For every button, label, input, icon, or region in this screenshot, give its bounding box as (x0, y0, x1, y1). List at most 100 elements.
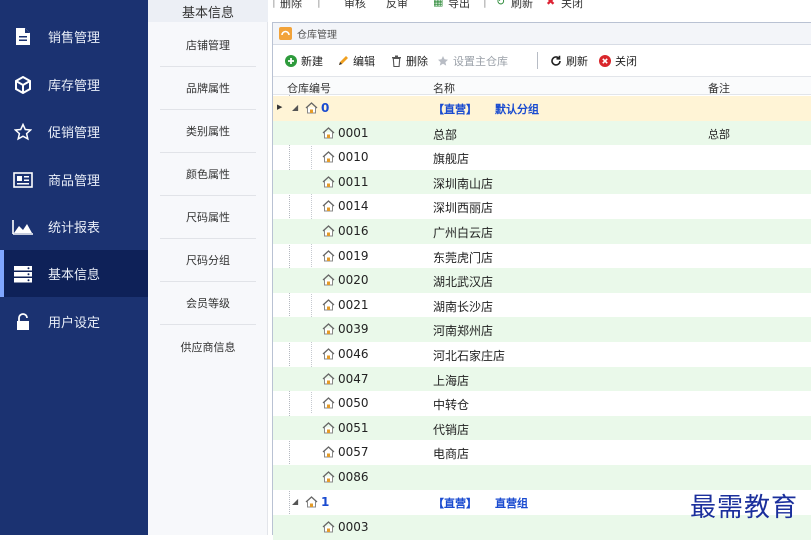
close-button[interactable]: 关闭 (599, 51, 637, 71)
group-code: 0 (321, 101, 330, 115)
code-cell: 0086 (322, 470, 369, 484)
nav-label: 基本信息 (48, 268, 101, 283)
home-icon (322, 397, 335, 409)
top-export-button[interactable]: 导出 (448, 0, 470, 11)
subnav-item-size[interactable]: 尺码属性 (160, 196, 256, 239)
subnav-item-supplier[interactable]: 供应商信息 (160, 325, 256, 368)
table-row[interactable]: 0086 (273, 465, 811, 490)
top-refresh-button[interactable]: 刷新 (511, 0, 533, 11)
nav-item-basic-info[interactable]: 基本信息 (0, 250, 148, 297)
subnav-item-category[interactable]: 类别属性 (160, 110, 256, 153)
group-code: 1 (321, 495, 330, 509)
code-cell: 0050 (322, 396, 369, 410)
nav-label: 用户设定 (48, 316, 101, 331)
card-icon (12, 169, 34, 191)
table-row[interactable]: 0019 东莞虎门店 (273, 244, 811, 269)
set-main-warehouse-button[interactable]: 设置主仓库 (437, 51, 508, 71)
current-row-indicator: ▶ (277, 103, 283, 111)
new-label: 新建 (301, 55, 323, 68)
column-header-remark[interactable]: 备注 (708, 80, 730, 96)
top-unapprove-button[interactable]: 反审 (386, 0, 408, 11)
set-main-label: 设置主仓库 (453, 55, 508, 68)
warehouse-code: 0050 (338, 396, 369, 411)
close-icon: ✖ (546, 0, 556, 8)
warehouse-name: 中转仓 (433, 398, 470, 413)
code-cell: 0046 (322, 347, 369, 361)
table-row[interactable]: 0014 深圳西丽店 (273, 194, 811, 219)
table-row[interactable]: 0047 上海店 (273, 366, 811, 392)
home-icon (305, 102, 318, 114)
table-row[interactable]: 0001 总部 总部 (273, 120, 811, 146)
subnav-item-color[interactable]: 颜色属性 (160, 153, 256, 196)
table-row[interactable]: 0011 深圳南山店 (273, 169, 811, 195)
trash-icon (390, 55, 402, 67)
window-titlebar[interactable]: 仓库管理 (273, 23, 811, 45)
warehouse-code: 0016 (338, 224, 369, 238)
group-name: 默认分组 (495, 103, 539, 116)
top-approve-button[interactable]: 审核 (344, 0, 366, 11)
group-tag: 【直营】 (433, 497, 477, 510)
home-icon (322, 323, 335, 335)
warehouse-window-icon (279, 27, 292, 40)
cube-icon (12, 74, 34, 96)
collapse-icon[interactable]: ◢ (292, 103, 298, 112)
warehouse-code: 0003 (338, 520, 369, 534)
delete-button[interactable]: 删除 (390, 51, 428, 71)
nav-item-inventory[interactable]: 库存管理 (0, 61, 148, 108)
server-icon (12, 263, 34, 285)
top-delete-button[interactable]: 删除 (280, 0, 302, 11)
nav-label: 销售管理 (48, 31, 101, 46)
group-name-cell: 【直营】 直营组 (433, 495, 528, 511)
top-toolbar: | 删除 | 审核 反审 ▦ 导出 | ↻ 刷新 ✖ 关闭 (268, 0, 811, 14)
home-icon (322, 274, 335, 286)
home-icon (322, 298, 335, 311)
nav-item-product[interactable]: 商品管理 (0, 156, 148, 203)
collapse-icon[interactable]: ◢ (292, 497, 298, 506)
table-row[interactable]: 0016 广州白云店 (273, 219, 811, 244)
subnav-item-brand[interactable]: 品牌属性 (160, 67, 256, 110)
code-cell: 0003 (322, 520, 369, 534)
table-row[interactable]: 0046 河北石家庄店 (273, 342, 811, 367)
warehouse-name: 总部 (433, 127, 458, 142)
main-sidebar: 销售管理 库存管理 促销管理 商品管理 统计报表 基本信息 用户设定 (0, 0, 148, 535)
table-row[interactable]: 0021 湖南长沙店 (273, 293, 811, 318)
edit-button[interactable]: 编辑 (337, 51, 375, 71)
table-row[interactable]: 0051 代销店 (273, 415, 811, 441)
warehouse-name: 湖北武汉店 (433, 275, 494, 290)
new-button[interactable]: 新建 (285, 51, 323, 71)
subnav-item-size-group[interactable]: 尺码分组 (160, 239, 256, 282)
nav-label: 库存管理 (48, 79, 101, 94)
home-icon (322, 372, 335, 385)
active-indicator (0, 250, 4, 297)
code-cell: 0039 (322, 322, 369, 336)
home-icon (322, 521, 335, 533)
refresh-button[interactable]: 刷新 (550, 51, 588, 71)
subnav-item-store[interactable]: 店铺管理 (160, 24, 256, 67)
table-row[interactable]: 0039 河南郑州店 (273, 317, 811, 342)
refresh-label: 刷新 (566, 55, 588, 68)
nav-item-reports[interactable]: 统计报表 (0, 203, 148, 250)
table-row[interactable]: 0010 旗舰店 (273, 145, 811, 170)
warehouse-code: 0011 (338, 174, 369, 189)
column-header-code[interactable]: 仓库编号 (287, 80, 331, 96)
subnav-item-member-level[interactable]: 会员等级 (160, 282, 256, 325)
nav-item-sales[interactable]: 销售管理 (0, 13, 148, 60)
nav-item-promotion[interactable]: 促销管理 (0, 108, 148, 155)
top-toolbar-divider: | (483, 0, 487, 8)
nav-item-user-settings[interactable]: 用户设定 (0, 298, 148, 345)
code-cell: 0047 (322, 372, 369, 386)
table-row[interactable]: 0057 电商店 (273, 440, 811, 465)
table-row[interactable]: 0050 中转仓 (273, 391, 811, 416)
home-icon (322, 348, 335, 360)
group-tag: 【直营】 (433, 103, 477, 116)
top-close-button[interactable]: 关闭 (561, 0, 583, 11)
code-cell: 0021 (322, 298, 369, 312)
window-toolbar: 新建 编辑 删除 设置主仓库 刷新 关闭 (273, 49, 811, 73)
column-header-name[interactable]: 名称 (433, 80, 455, 96)
table-row[interactable]: 0020 湖北武汉店 (273, 268, 811, 293)
home-icon (322, 421, 335, 434)
lock-icon (12, 311, 34, 333)
warehouse-code: 0019 (338, 248, 369, 263)
table-row-group[interactable]: ▶ ◢ 0 【直营】 默认分组 (273, 96, 811, 121)
warehouse-name: 广州白云店 (433, 226, 494, 240)
